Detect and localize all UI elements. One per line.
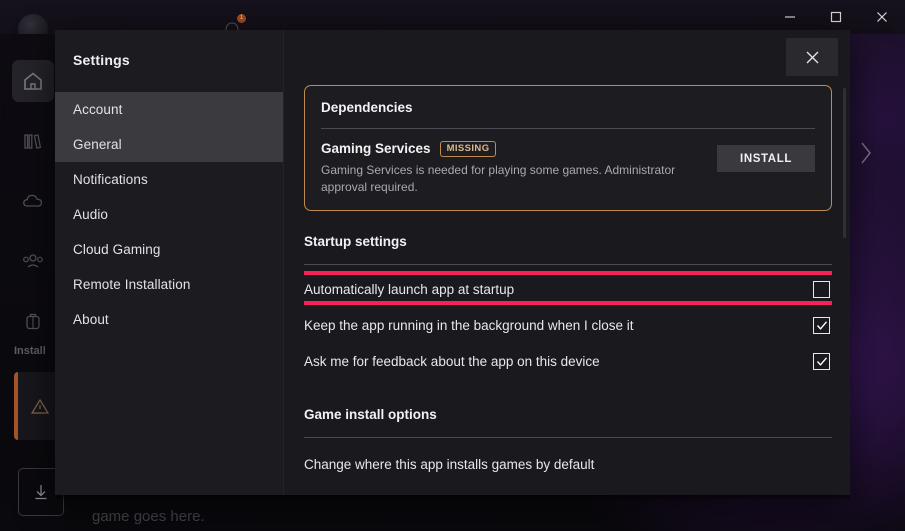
dependency-row: Gaming Services MISSING Gaming Services … (321, 141, 815, 196)
notification-count-badge: 1 (237, 14, 246, 23)
check-icon (816, 321, 827, 330)
option-row-background[interactable]: Keep the app running in the background w… (304, 307, 832, 343)
startup-section-title: Startup settings (304, 234, 407, 250)
rail-item-library[interactable] (12, 120, 54, 162)
placeholder-text: game goes here. (92, 508, 205, 525)
checkbox-feedback[interactable] (813, 352, 830, 370)
checkbox-background[interactable] (813, 316, 830, 334)
settings-nav: Account General Notifications Audio Clou… (55, 92, 283, 337)
sidebar-item-label: Account (73, 102, 123, 117)
dependency-name: Gaming Services (321, 141, 431, 157)
close-icon[interactable] (859, 0, 905, 34)
checkbox-autolaunch[interactable] (813, 280, 830, 298)
settings-content-panel: Dependencies Gaming Services MISSING Gam… (283, 30, 850, 495)
window-controls (767, 0, 905, 34)
settings-content: Dependencies Gaming Services MISSING Gam… (304, 85, 832, 495)
sidebar-item-general[interactable]: General (55, 127, 283, 162)
dependencies-title: Dependencies (321, 100, 413, 115)
sidebar-item-notifications[interactable]: Notifications (55, 162, 283, 197)
check-icon (816, 357, 827, 366)
download-icon (35, 485, 47, 500)
sidebar-item-label: Notifications (73, 172, 148, 187)
option-label: Keep the app running in the background w… (304, 317, 634, 333)
sidebar-item-cloud-gaming[interactable]: Cloud Gaming (55, 232, 283, 267)
sidebar-item-label: About (73, 312, 109, 327)
install-section-label: Install (14, 345, 46, 357)
rail-item-store[interactable] (12, 300, 54, 342)
close-icon (806, 51, 818, 63)
option-row-install-location[interactable]: Change where this app installs games by … (304, 446, 832, 482)
sidebar-item-remote-installation[interactable]: Remote Installation (55, 267, 283, 302)
chevron-right-icon[interactable] (858, 140, 874, 171)
settings-modal: Settings Account General Notifications A… (55, 30, 850, 495)
sidebar-item-about[interactable]: About (55, 302, 283, 337)
dependency-headline: Gaming Services MISSING (321, 141, 707, 157)
status-badge: MISSING (439, 141, 497, 157)
minimize-icon[interactable] (767, 0, 813, 34)
settings-title: Settings (73, 52, 130, 68)
rail-item-home[interactable] (12, 60, 54, 102)
sidebar-item-audio[interactable]: Audio (55, 197, 283, 232)
game-install-section-title: Game install options (304, 407, 437, 423)
install-button[interactable]: INSTALL (717, 145, 815, 172)
maximize-icon[interactable] (813, 0, 859, 34)
divider (321, 128, 815, 129)
rail-item-cloud[interactable] (12, 180, 54, 222)
option-label: Ask me for feedback about the app on thi… (304, 353, 600, 369)
content-scrollbar[interactable] (843, 88, 846, 238)
rail-item-community[interactable] (12, 240, 54, 282)
dependency-info: Gaming Services MISSING Gaming Services … (321, 141, 707, 196)
option-label: Change where this app installs games by … (304, 456, 595, 472)
warning-triangle-icon (30, 398, 50, 414)
sidebar-item-label: General (73, 137, 122, 152)
dependency-description: Gaming Services is needed for playing so… (321, 162, 676, 194)
sidebar-item-account[interactable]: Account (55, 92, 283, 127)
app-root: 1 Install game goes here. Settings Accou… (0, 0, 905, 531)
option-label: Automatically launch app at startup (304, 281, 515, 297)
option-row-feedback[interactable]: Ask me for feedback about the app on thi… (304, 343, 832, 379)
option-row-autolaunch[interactable]: Automatically launch app at startup (304, 271, 832, 307)
sidebar-item-label: Remote Installation (73, 277, 191, 292)
settings-sidebar: Settings Account General Notifications A… (55, 30, 283, 495)
sidebar-item-label: Cloud Gaming (73, 242, 161, 257)
modal-shadow (55, 495, 850, 501)
settings-close-button[interactable] (786, 38, 838, 76)
sidebar-item-label: Audio (73, 207, 109, 222)
dependencies-card: Dependencies Gaming Services MISSING Gam… (304, 85, 832, 212)
window-titlebar (0, 0, 905, 34)
